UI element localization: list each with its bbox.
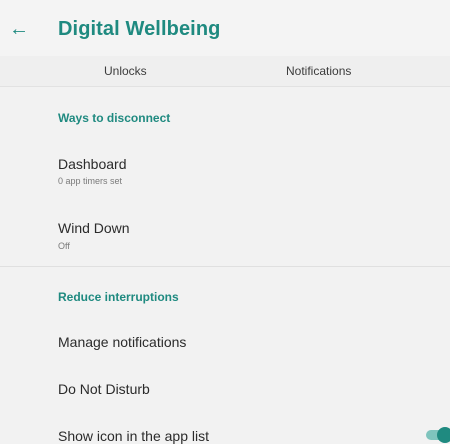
stats-tabs: Unlocks Notifications [0,56,450,87]
toggle-thumb [437,427,450,443]
wind-down-title: Wind Down [58,220,130,236]
manage-notifications-title: Manage notifications [58,334,187,350]
dashboard-title: Dashboard [58,156,127,172]
tab-unlocks[interactable]: Unlocks [104,64,147,78]
section-header-reduce-interruptions: Reduce interruptions [58,290,179,304]
show-icon-toggle[interactable] [426,426,450,443]
dashboard-subtitle: 0 app timers set [58,176,123,186]
show-icon-title: Show icon in the app list [58,428,209,444]
page-title: Digital Wellbeing [58,18,221,40]
section-divider [0,266,450,267]
do-not-disturb-title: Do Not Disturb [58,381,150,397]
wind-down-subtitle: Off [58,241,70,251]
tab-notifications[interactable]: Notifications [286,64,351,78]
app-bar: ← Digital Wellbeing [0,0,450,56]
section-header-ways-to-disconnect: Ways to disconnect [58,111,171,125]
arrow-back-icon[interactable]: ← [8,18,30,40]
